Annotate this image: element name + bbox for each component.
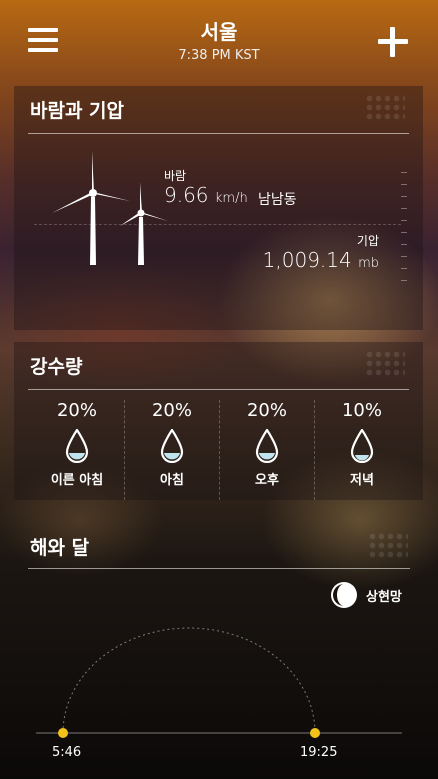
sunrise-time: 5:46 (52, 745, 82, 760)
sun-arc (62, 627, 316, 734)
sunset-marker (310, 728, 320, 738)
sunrise-marker (58, 728, 68, 738)
sun-path (36, 627, 402, 738)
sunset-time: 19:25 (300, 745, 338, 760)
